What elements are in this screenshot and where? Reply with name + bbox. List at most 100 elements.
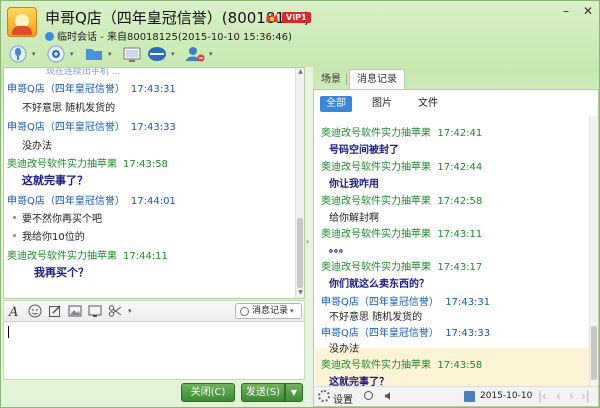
- image-icon[interactable]: [68, 304, 82, 318]
- tab-message-history[interactable]: 消息记录: [349, 69, 405, 89]
- chat-history: 现在连续出手机 ... 申哥Q店（四年皇冠信誉） 17:43:31 不好意思 随机…: [3, 67, 305, 299]
- record-time: 17:43:33: [445, 328, 491, 339]
- prev-page-icon[interactable]: ‹: [556, 389, 561, 403]
- tab-divider: [346, 73, 347, 85]
- scroll-up-icon[interactable]: ▲: [296, 68, 304, 77]
- message-time: 17:43:58: [123, 159, 168, 170]
- close-button[interactable]: 关闭(C): [181, 383, 235, 402]
- record-text: 不好意思 随机发货的: [329, 312, 423, 323]
- record-time: 17:43:11: [437, 229, 483, 240]
- last-page-icon[interactable]: ›|: [581, 389, 590, 403]
- record-sender: 申哥Q店（四年皇冠信誉）: [321, 328, 439, 339]
- edit-icon[interactable]: [48, 304, 62, 318]
- session-subtitle: 临时会话 - 来自80018125(2015-10-10 15:36:46): [45, 28, 292, 43]
- font-icon[interactable]: A: [8, 304, 22, 318]
- record-text: 给你解封啊: [329, 213, 379, 224]
- filter-files[interactable]: 文件: [412, 96, 444, 112]
- message-text: 没办法: [22, 141, 52, 152]
- sender-name: 申哥Q店（四年皇冠信誉）: [7, 196, 125, 207]
- history-scrollbar[interactable]: [589, 116, 598, 386]
- chevron-down-icon[interactable]: ▾: [108, 50, 115, 58]
- input-toolbar: A ▾ 消息记录 ▾: [3, 300, 305, 322]
- clock-icon: [239, 306, 249, 316]
- record-text: 。。。: [329, 244, 349, 255]
- chevron-down-icon[interactable]: ▾: [128, 307, 135, 315]
- message-header: 申哥Q店（四年皇冠信誉） 17:43:31: [7, 80, 176, 95]
- message-time: 17:44:01: [130, 196, 176, 207]
- record-text: 你们就这么卖东西的？: [329, 279, 429, 290]
- remote-desktop-icon[interactable]: [121, 44, 143, 64]
- send-button[interactable]: 发送(S): [241, 383, 285, 402]
- emoji-icon[interactable]: [28, 304, 42, 318]
- message-text: 要不然你再买个吧: [22, 214, 102, 225]
- chevron-down-icon[interactable]: ▾: [209, 50, 216, 58]
- minimize-button[interactable]: –: [555, 3, 577, 21]
- record-sender: 奥迪改号软件实力抽苹果: [321, 360, 431, 371]
- record-header: 奥迪改号软件实力抽苹果 17:43:58: [321, 356, 482, 371]
- speaker-icon[interactable]: [384, 391, 394, 401]
- scissors-icon[interactable]: [108, 304, 122, 318]
- calendar-icon[interactable]: [464, 391, 475, 402]
- record-time: 17:43:17: [437, 262, 483, 273]
- first-page-icon[interactable]: |‹: [538, 389, 547, 403]
- record-sender: 奥迪改号软件实力抽苹果: [321, 128, 431, 139]
- message-text: 不好意思 随机发货的: [22, 103, 116, 114]
- app-icon[interactable]: [146, 44, 168, 64]
- session-info-icon: [45, 32, 54, 41]
- record-text: 号码空间被封了: [329, 145, 399, 156]
- scroll-thumb[interactable]: [297, 218, 303, 288]
- record-text: 你让我咋用: [329, 179, 379, 190]
- message-text: 这就完事了？: [22, 174, 88, 187]
- close-window-button[interactable]: ✕: [577, 3, 599, 21]
- message-history-label: 消息记录: [251, 306, 288, 316]
- filter-all[interactable]: 全部: [320, 96, 352, 112]
- chevron-down-icon[interactable]: ▾: [70, 50, 77, 58]
- search-icon[interactable]: [364, 391, 373, 400]
- record-sender: 奥迪改号软件实力抽苹果: [321, 162, 431, 173]
- message-header: 申哥Q店（四年皇冠信誉） 17:43:33: [7, 118, 176, 133]
- message-history-button[interactable]: 消息记录 ▾: [234, 303, 302, 319]
- chevron-down-icon: ▾: [290, 307, 294, 315]
- panel-splitter[interactable]: ›: [305, 67, 313, 407]
- sender-name: 奥迪改号软件实力抽苹果: [7, 251, 117, 262]
- record-header: 申哥Q店（四年皇冠信誉） 17:43:31: [321, 293, 490, 308]
- session-subtitle-text: 临时会话 - 来自80018125(2015-10-10 15:36:46): [57, 32, 292, 43]
- gear-icon[interactable]: [318, 390, 330, 402]
- chevron-down-icon[interactable]: ▾: [32, 50, 39, 58]
- next-page-icon[interactable]: ›: [569, 389, 574, 403]
- history-footer: 设置 2015-10-10 |‹ ‹ › ›|: [314, 386, 598, 406]
- collapse-arrow-icon[interactable]: ›: [306, 237, 312, 251]
- message-input[interactable]: [3, 322, 305, 380]
- text-cursor: [8, 326, 9, 338]
- record-sender: 奥迪改号软件实力抽苹果: [321, 196, 431, 207]
- message-text: 我再买个？: [34, 266, 89, 279]
- tab-scene[interactable]: 场景: [313, 69, 349, 89]
- record-header: 奥迪改号软件实力抽苹果 17:42:58: [321, 192, 482, 207]
- partial-message: 现在连续出手机 ...: [46, 67, 121, 77]
- send-options-button[interactable]: ▼: [285, 383, 303, 402]
- add-contact-icon[interactable]: [184, 44, 206, 64]
- avatar[interactable]: [7, 7, 37, 37]
- chat-toolbar: ▾ ▾ ▾ ▾ ▾: [7, 43, 222, 65]
- record-text: 没办法: [329, 344, 359, 355]
- record-header: 奥迪改号软件实力抽苹果 17:43:11: [321, 225, 482, 240]
- sender-name: 申哥Q店（四年皇冠信誉）: [7, 122, 125, 133]
- chevron-down-icon[interactable]: ▾: [171, 50, 178, 58]
- sender-name: 申哥Q店（四年皇冠信誉）: [7, 84, 125, 95]
- message-time: 17:43:33: [130, 122, 176, 133]
- scroll-thumb[interactable]: [591, 326, 597, 380]
- record-time: 17:42:58: [437, 196, 483, 207]
- screen-share-icon[interactable]: [88, 304, 102, 318]
- message-header: 奥迪改号软件实力抽苹果 17:43:58: [7, 155, 168, 170]
- settings-label[interactable]: 设置: [333, 391, 353, 406]
- chat-scrollbar[interactable]: ▲ ▼: [295, 68, 304, 298]
- record-header: 奥迪改号软件实力抽苹果 17:43:17: [321, 258, 482, 273]
- history-date[interactable]: 2015-10-10: [480, 391, 532, 401]
- video-call-icon[interactable]: [45, 44, 67, 64]
- bullet: [13, 216, 16, 219]
- message-header: 奥迪改号软件实力抽苹果 17:44:11: [7, 247, 168, 262]
- audio-call-icon[interactable]: [7, 44, 29, 64]
- scroll-down-icon[interactable]: ▼: [296, 289, 304, 298]
- folder-icon[interactable]: [83, 44, 105, 64]
- filter-images[interactable]: 图片: [366, 96, 398, 112]
